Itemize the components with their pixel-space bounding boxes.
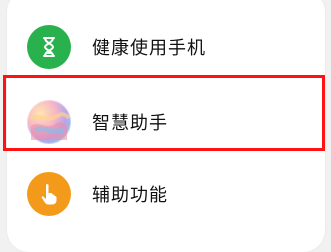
hand-pointer-icon (27, 172, 71, 216)
settings-item-label: 辅助功能 (92, 185, 168, 206)
hourglass-icon (27, 25, 71, 69)
settings-item-digital-wellbeing[interactable]: 健康使用手机 (7, 12, 325, 82)
settings-item-accessibility[interactable]: 辅助功能 (7, 159, 325, 229)
settings-item-label: 健康使用手机 (92, 38, 206, 59)
highlight-box (3, 75, 325, 151)
